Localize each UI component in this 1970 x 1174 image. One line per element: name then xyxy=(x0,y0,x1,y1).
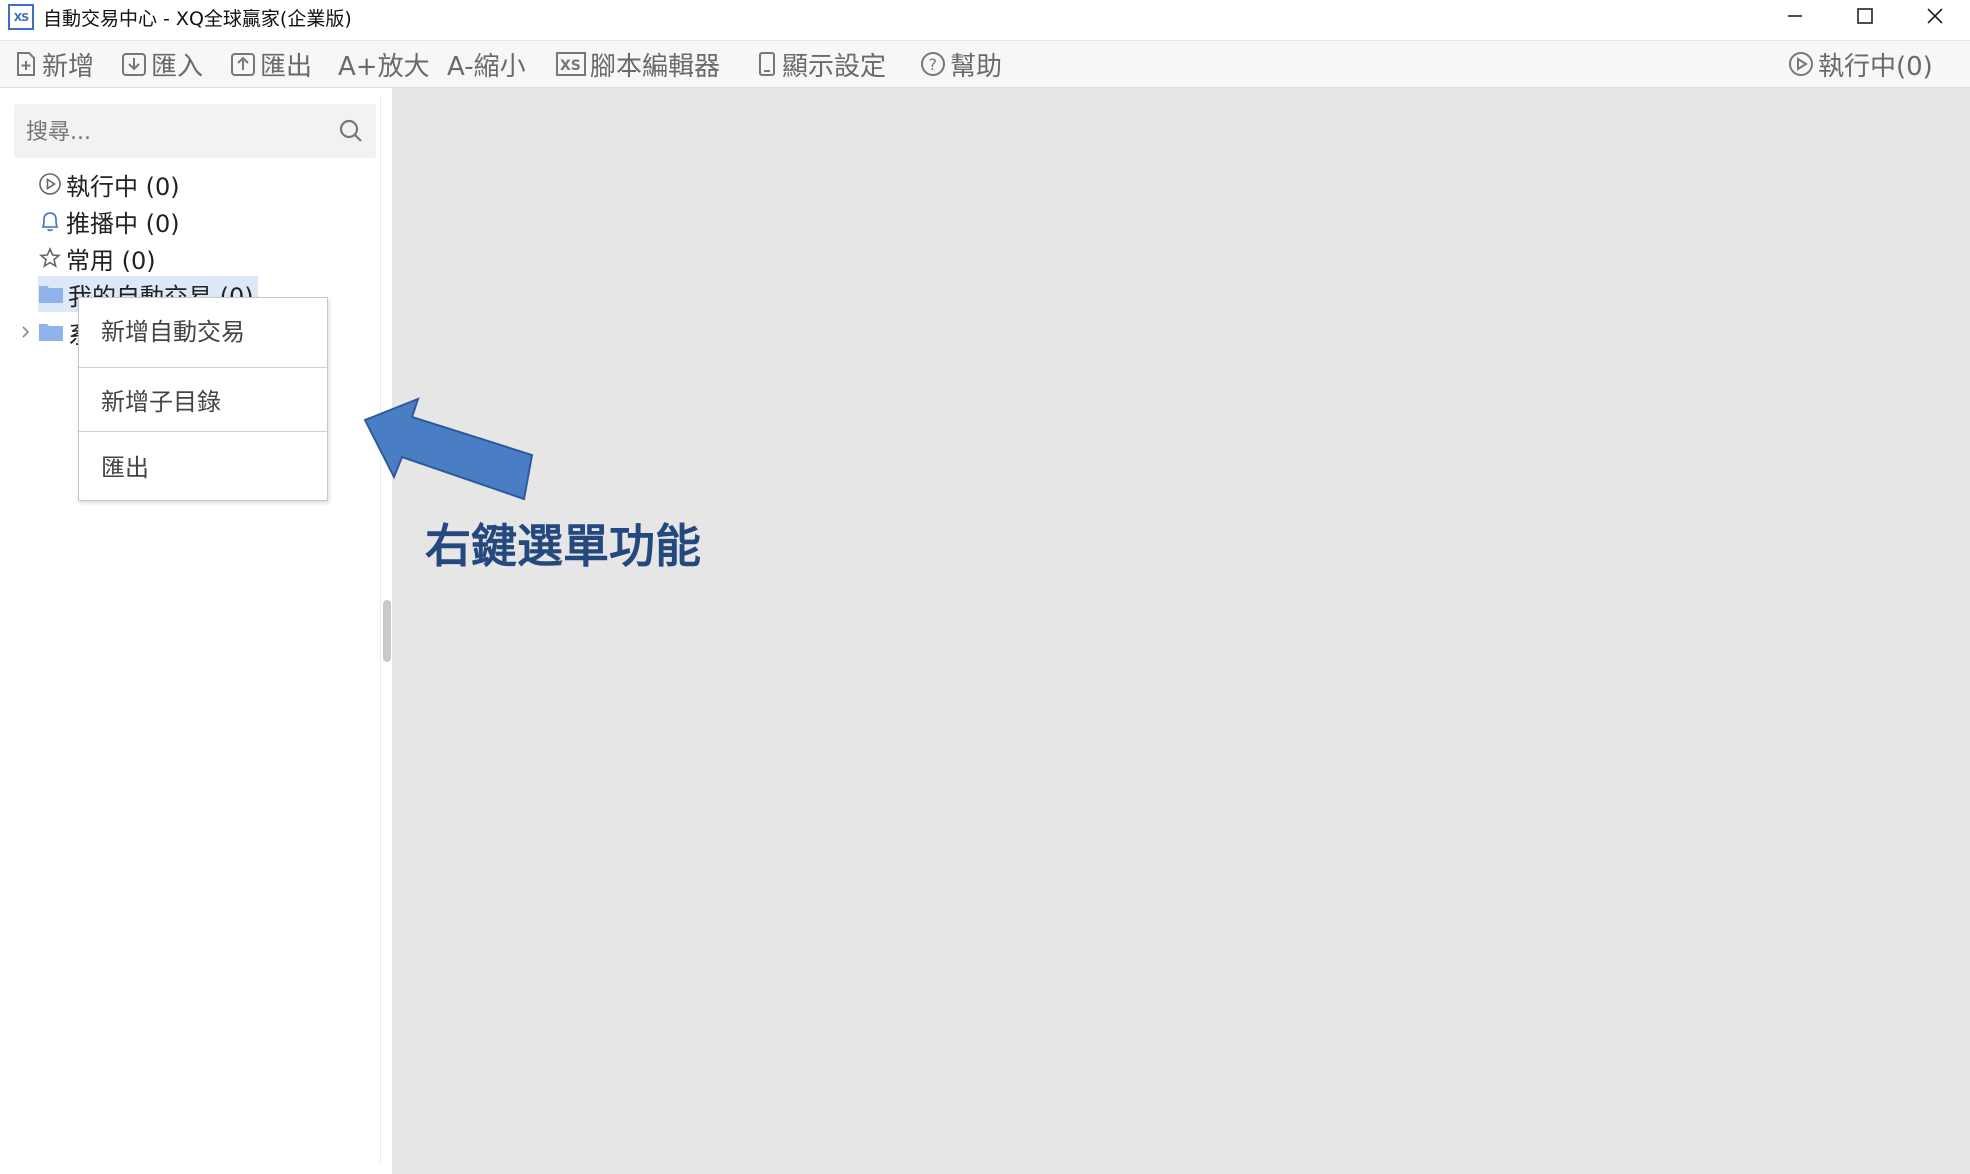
chevron-right-icon xyxy=(22,326,30,338)
display-settings-button[interactable]: 顯示設定 xyxy=(756,41,886,87)
export-button[interactable]: 匯出 xyxy=(230,41,312,87)
play-circle-icon xyxy=(1789,52,1813,76)
search-input[interactable] xyxy=(24,112,328,152)
running-button[interactable]: 執行中(0) xyxy=(1788,41,1933,87)
context-menu-item-export[interactable]: 匯出 xyxy=(79,434,327,496)
bell-icon xyxy=(41,212,59,232)
maximize-button[interactable] xyxy=(1830,0,1900,32)
export-label: 匯出 xyxy=(260,51,313,82)
help-button[interactable]: ? 幫助 xyxy=(920,41,1002,87)
zoom-out-button[interactable]: A-縮小 xyxy=(447,41,526,87)
context-menu-item-new-auto-trade[interactable]: 新增自動交易 xyxy=(79,298,327,360)
context-menu-item-label: 新增自動交易 xyxy=(101,317,245,346)
main-content-area xyxy=(392,88,1970,1174)
close-icon xyxy=(1927,8,1943,24)
annotation-label: 右鍵選單功能 xyxy=(425,519,701,573)
panel-splitter[interactable] xyxy=(383,600,391,662)
toolbar: 新增 匯入 匯出 A+放大 A-縮小 XS 腳本編輯器 顯示設定 ? 幫助 執行… xyxy=(0,40,1970,88)
zoom-in-button[interactable]: A+放大 xyxy=(338,41,430,87)
title-bar: XS 自動交易中心 - XQ全球贏家(企業版) xyxy=(0,0,1970,38)
tree-item-label: 推播中 (0) xyxy=(66,209,180,238)
tree-item-running[interactable]: 執行中 (0) xyxy=(38,166,180,202)
folder-icon xyxy=(39,286,63,303)
app-logo: XS xyxy=(8,4,34,30)
play-circle-icon xyxy=(39,173,61,195)
tree-item-favorites[interactable]: 常用 (0) xyxy=(38,240,156,276)
script-editor-button[interactable]: XS 腳本編輯器 xyxy=(556,41,720,87)
svg-text:XS: XS xyxy=(560,58,581,74)
zoom-out-label: A-縮小 xyxy=(447,51,526,82)
new-file-icon xyxy=(17,52,35,76)
phone-icon xyxy=(759,52,775,76)
window-title: 自動交易中心 - XQ全球贏家(企業版) xyxy=(43,8,352,30)
star-icon xyxy=(38,246,62,268)
xs-script-icon: XS xyxy=(556,52,586,76)
context-menu-divider xyxy=(79,431,327,432)
help-label: 幫助 xyxy=(950,51,1003,82)
expand-arrow[interactable] xyxy=(20,314,36,350)
new-label: 新增 xyxy=(42,51,95,82)
display-settings-label: 顯示設定 xyxy=(782,51,887,82)
import-label: 匯入 xyxy=(151,51,204,82)
script-editor-label: 腳本編輯器 xyxy=(590,51,721,82)
context-menu-item-label: 新增子目錄 xyxy=(101,387,221,416)
zoom-in-label: A+放大 xyxy=(338,51,430,82)
minimize-button[interactable] xyxy=(1760,0,1830,32)
export-icon xyxy=(231,53,255,76)
search-box xyxy=(14,104,376,158)
annotation-arrow xyxy=(363,397,534,501)
folder-icon xyxy=(39,324,63,341)
search-icon[interactable] xyxy=(338,118,364,144)
import-button[interactable]: 匯入 xyxy=(121,41,203,87)
context-menu-item-label: 匯出 xyxy=(101,453,149,482)
close-button[interactable] xyxy=(1900,0,1970,32)
tree-item-pushing[interactable]: 推播中 (0) xyxy=(38,203,180,239)
import-icon xyxy=(122,53,146,76)
minimize-icon xyxy=(1788,15,1802,17)
help-icon: ? xyxy=(921,52,945,76)
tree-item-label: 執行中 (0) xyxy=(66,172,180,201)
tree-item-label: 常用 (0) xyxy=(66,246,156,275)
left-panel: 執行中 (0) 推播中 (0) 常用 (0) 我的自動交易 (0) 系 xyxy=(6,96,381,1164)
new-button[interactable]: 新增 xyxy=(14,41,94,87)
context-menu-item-new-subfolder[interactable]: 新增子目錄 xyxy=(79,368,327,430)
running-label: 執行中(0) xyxy=(1818,51,1933,82)
svg-text:?: ? xyxy=(929,55,938,74)
maximize-icon xyxy=(1857,8,1873,24)
context-menu: 新增自動交易 新增子目錄 匯出 xyxy=(78,297,328,501)
